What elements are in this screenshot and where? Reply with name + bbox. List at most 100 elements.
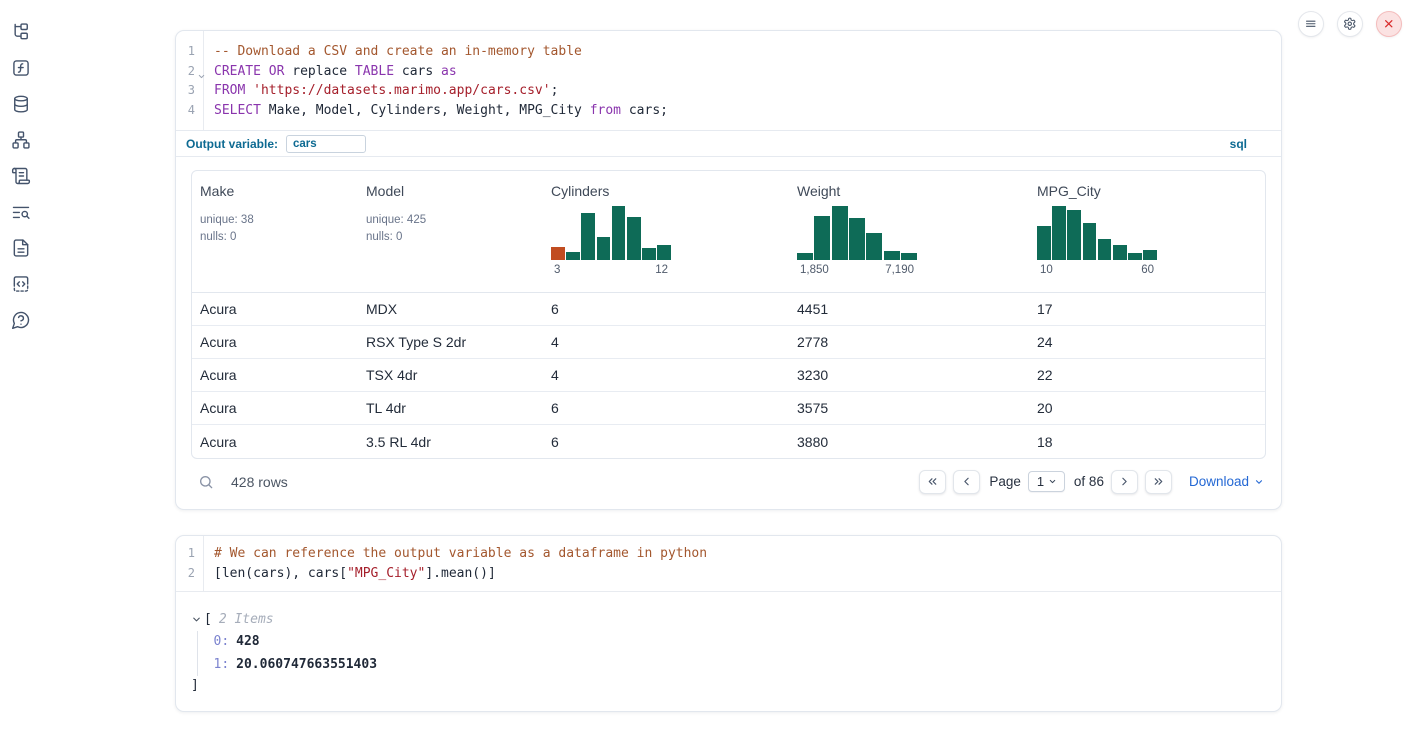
histogram-bar (1083, 223, 1097, 260)
list-output-items: 0:4281:20.060747663551403 (197, 631, 1282, 676)
column-title: Make (200, 183, 350, 199)
table-row[interactable]: Acura3.5 RL 4dr6388018 (192, 425, 1265, 458)
histogram-bar (832, 206, 848, 260)
list-item: 0: 428 (214, 631, 1282, 654)
line-number: 1 (176, 42, 203, 62)
data-table: Make unique: 38nulls: 0Modelunique: 425nu… (191, 170, 1266, 459)
settings-button[interactable] (1337, 11, 1363, 37)
menu-icon (1304, 17, 1318, 31)
histogram-bar (884, 251, 900, 260)
table-cell: 4451 (789, 301, 1029, 317)
first-page-button[interactable] (919, 470, 946, 494)
close-bracket: ] (191, 678, 1281, 693)
sidebar-functions-button[interactable] (11, 58, 31, 78)
column-header-model[interactable]: Modelunique: 425nulls: 0 (358, 171, 543, 292)
dependency-graph-icon (11, 130, 31, 150)
column-header-weight[interactable]: Weight1,8507,190 (789, 171, 1029, 292)
python-code-editor[interactable]: 12# We can reference the output variable… (176, 536, 1281, 591)
code-line: -- Download a CSV and create an in-memor… (214, 42, 1281, 62)
sidebar-documentation-button[interactable] (11, 238, 31, 258)
table-cell: TL 4dr (358, 400, 543, 416)
table-row[interactable]: AcuraMDX6445117 (192, 293, 1265, 326)
search-list-icon (11, 202, 31, 222)
collapse-chevron-icon[interactable] (191, 614, 202, 625)
table-row[interactable]: AcuraTSX 4dr4323022 (192, 359, 1265, 392)
table-footer: 428 rows Page 1 of 86 Download (191, 465, 1264, 498)
table-cell: 22 (1029, 367, 1266, 383)
table-cell: Acura (192, 367, 358, 383)
table-row[interactable]: AcuraTL 4dr6357520 (192, 392, 1265, 425)
histogram-bar (657, 245, 671, 260)
database-icon (11, 94, 31, 114)
table-cell: Acura (192, 301, 358, 317)
table-header: Make unique: 38nulls: 0Modelunique: 425nu… (192, 171, 1265, 293)
table-cell: 6 (543, 400, 789, 416)
table-cell: Acura (192, 334, 358, 350)
sql-code-editor[interactable]: 1234 -- Download a CSV and create an in-m… (176, 31, 1281, 130)
table-search-button[interactable] (198, 474, 214, 490)
sidebar-snippets-button[interactable] (11, 274, 31, 294)
code-line: # We can reference the output variable a… (214, 544, 1281, 564)
table-cell: 17 (1029, 301, 1266, 317)
next-page-button[interactable] (1111, 470, 1138, 494)
sidebar-file-explorer-button[interactable] (11, 22, 31, 42)
histogram-axis: 1060 (1037, 264, 1157, 276)
shutdown-button[interactable] (1376, 11, 1402, 37)
last-page-button[interactable] (1145, 470, 1172, 494)
list-output-header: [ 2 Items (191, 611, 1281, 627)
prev-page-button[interactable] (953, 470, 980, 494)
download-button[interactable]: Download (1189, 474, 1264, 489)
search-icon (198, 474, 214, 490)
chevron-right-icon (1118, 475, 1131, 488)
histogram-bar (581, 213, 595, 260)
python-output: [ 2 Items 0:4281:20.060747663551403 ] (176, 592, 1281, 693)
column-histogram: 1060 (1037, 206, 1157, 276)
output-variable-input[interactable] (286, 135, 366, 153)
line-number-gutter: 1234 (176, 31, 204, 130)
page-label: Page (989, 474, 1021, 489)
code-line: CREATE OR replace TABLE cars as (214, 62, 1281, 82)
column-title: MPG_City (1037, 183, 1258, 199)
histogram-axis: 312 (551, 264, 671, 276)
sql-output-region: Make unique: 38nulls: 0Modelunique: 425nu… (176, 157, 1281, 509)
table-cell: 20 (1029, 400, 1266, 416)
line-number: 4 (176, 101, 203, 121)
table-cell: 3.5 RL 4dr (358, 434, 543, 450)
open-bracket: [ (204, 612, 212, 627)
fold-chevron-icon[interactable] (197, 68, 206, 77)
table-cell: Acura (192, 434, 358, 450)
sidebar-outline-button[interactable] (11, 166, 31, 186)
column-header-cylinders[interactable]: Cylinders312 (543, 171, 789, 292)
sidebar-logs-button[interactable] (11, 202, 31, 222)
language-badge: sql (1230, 137, 1247, 151)
histogram-bar (814, 216, 830, 260)
item-index: 1: (214, 657, 230, 672)
page-total-label: of 86 (1074, 474, 1104, 489)
axis-max-label: 60 (1141, 264, 1154, 276)
column-header-make[interactable]: Make unique: 38nulls: 0 (192, 171, 358, 292)
histogram-bar (566, 252, 580, 260)
item-value: 428 (236, 634, 259, 649)
page-select-value: 1 (1037, 474, 1044, 489)
code-line: [len(cars), cars["MPG_City"].mean()] (214, 564, 1281, 584)
column-stats: unique: 38nulls: 0 (200, 212, 350, 245)
item-index: 0: (214, 634, 230, 649)
table-cell: 6 (543, 434, 789, 450)
sidebar-data-sources-button[interactable] (11, 94, 31, 114)
table-cell: MDX (358, 301, 543, 317)
sidebar-dependencies-button[interactable] (11, 130, 31, 150)
chevron-down-icon (1254, 477, 1264, 487)
histogram-bar (597, 237, 611, 260)
column-histogram: 1,8507,190 (797, 206, 917, 276)
page-select[interactable]: 1 (1028, 471, 1065, 492)
axis-max-label: 7,190 (885, 264, 914, 276)
code-lines: -- Download a CSV and create an in-memor… (204, 31, 1281, 130)
chevrons-right-icon (1152, 475, 1165, 488)
sidebar-help-button[interactable] (11, 310, 31, 330)
column-header-mpg_city[interactable]: MPG_City 1060 (1029, 171, 1266, 292)
help-circle-icon (11, 310, 31, 330)
histogram-bar (901, 253, 917, 260)
menu-button[interactable] (1298, 11, 1324, 37)
table-row[interactable]: AcuraRSX Type S 2dr4277824 (192, 326, 1265, 359)
histogram-bar (1128, 253, 1142, 260)
